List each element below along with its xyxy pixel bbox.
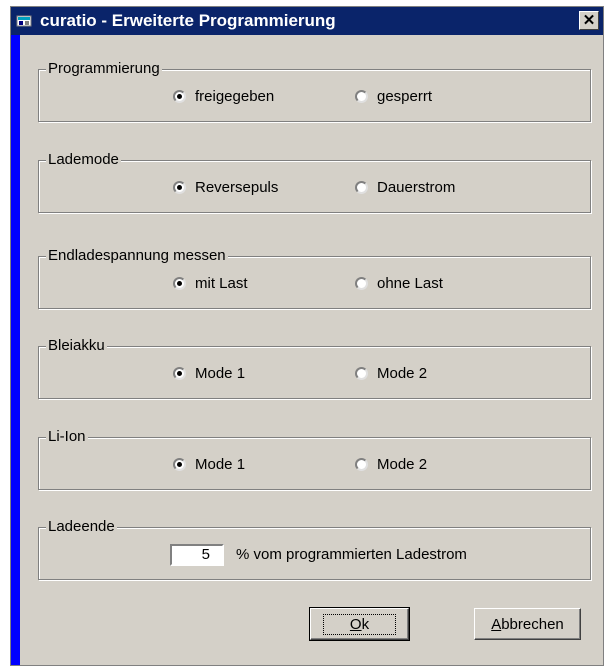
cancel-accelerator: A	[491, 615, 502, 633]
radio-label: Dauerstrom	[377, 179, 456, 196]
ok-button[interactable]: Ok	[309, 607, 410, 641]
radio-unchecked-icon	[355, 277, 368, 290]
left-accent-bar	[11, 35, 20, 665]
radio-checked-icon	[173, 277, 186, 290]
group-label: Li-Ion	[46, 428, 88, 445]
radio-dauerstrom[interactable]: Dauerstrom	[355, 179, 455, 196]
radio-li-ion-mode-2[interactable]: Mode 2	[355, 456, 427, 473]
radio-label: Mode 2	[377, 456, 428, 473]
percent-input[interactable]: 5	[170, 544, 224, 566]
radio-gesperrt[interactable]: gesperrt	[355, 88, 432, 105]
title-bar[interactable]: curatio - Erweiterte Programmierung ✕	[11, 7, 603, 35]
radio-unchecked-icon	[355, 90, 368, 103]
ok-label: k	[361, 615, 370, 633]
radio-checked-icon	[173, 90, 186, 103]
group-ladeende: Ladeende 5 % vom programmierten Ladestro…	[38, 518, 591, 580]
group-label: Programmierung	[46, 60, 162, 77]
cancel-label: bbrechen	[501, 615, 564, 633]
radio-unchecked-icon	[355, 181, 368, 194]
app-icon	[16, 13, 34, 29]
dialog-window: curatio - Erweiterte Programmierung ✕ Pr…	[10, 6, 604, 666]
window-title: curatio - Erweiterte Programmierung	[40, 11, 336, 30]
radio-label: gesperrt	[377, 88, 433, 105]
radio-label: Mode 1	[195, 456, 246, 473]
radio-label: Mode 2	[377, 365, 428, 382]
group-label: Ladeende	[46, 518, 117, 535]
group-label: Endladespannung messen	[46, 247, 228, 264]
close-button[interactable]: ✕	[579, 11, 599, 30]
radio-bleiakku-mode-2[interactable]: Mode 2	[355, 365, 427, 382]
close-icon: ✕	[582, 12, 596, 29]
radio-checked-icon	[173, 367, 186, 380]
group-li-ion: Li-Ion Mode 1 Mode 2	[38, 428, 591, 490]
radio-unchecked-icon	[355, 458, 368, 471]
radio-bleiakku-mode-1[interactable]: Mode 1	[173, 365, 245, 382]
radio-li-ion-mode-1[interactable]: Mode 1	[173, 456, 245, 473]
radio-checked-icon	[173, 181, 186, 194]
ok-accelerator: O	[349, 615, 362, 633]
percent-label: % vom programmierten Ladestrom	[236, 546, 467, 563]
radio-freigegeben[interactable]: freigegeben	[173, 88, 274, 105]
radio-label: ohne Last	[377, 275, 443, 292]
group-label: Lademode	[46, 151, 121, 168]
radio-ohne-last[interactable]: ohne Last	[355, 275, 443, 292]
cancel-button[interactable]: Abbrechen	[474, 608, 581, 640]
radio-mit-last[interactable]: mit Last	[173, 275, 248, 292]
radio-label: Reversepuls	[195, 179, 279, 196]
radio-label: Mode 1	[195, 365, 246, 382]
radio-checked-icon	[173, 458, 186, 471]
group-bleiakku: Bleiakku Mode 1 Mode 2	[38, 337, 591, 399]
group-endladespannung: Endladespannung messen mit Last ohne Las…	[38, 247, 591, 309]
radio-unchecked-icon	[355, 367, 368, 380]
radio-reversepuls[interactable]: Reversepuls	[173, 179, 278, 196]
group-programmierung: Programmierung freigegeben gesperrt	[38, 60, 591, 122]
radio-label: freigegeben	[195, 88, 275, 105]
radio-label: mit Last	[195, 275, 248, 292]
group-label: Bleiakku	[46, 337, 107, 354]
group-lademode: Lademode Reversepuls Dauerstrom	[38, 151, 591, 213]
